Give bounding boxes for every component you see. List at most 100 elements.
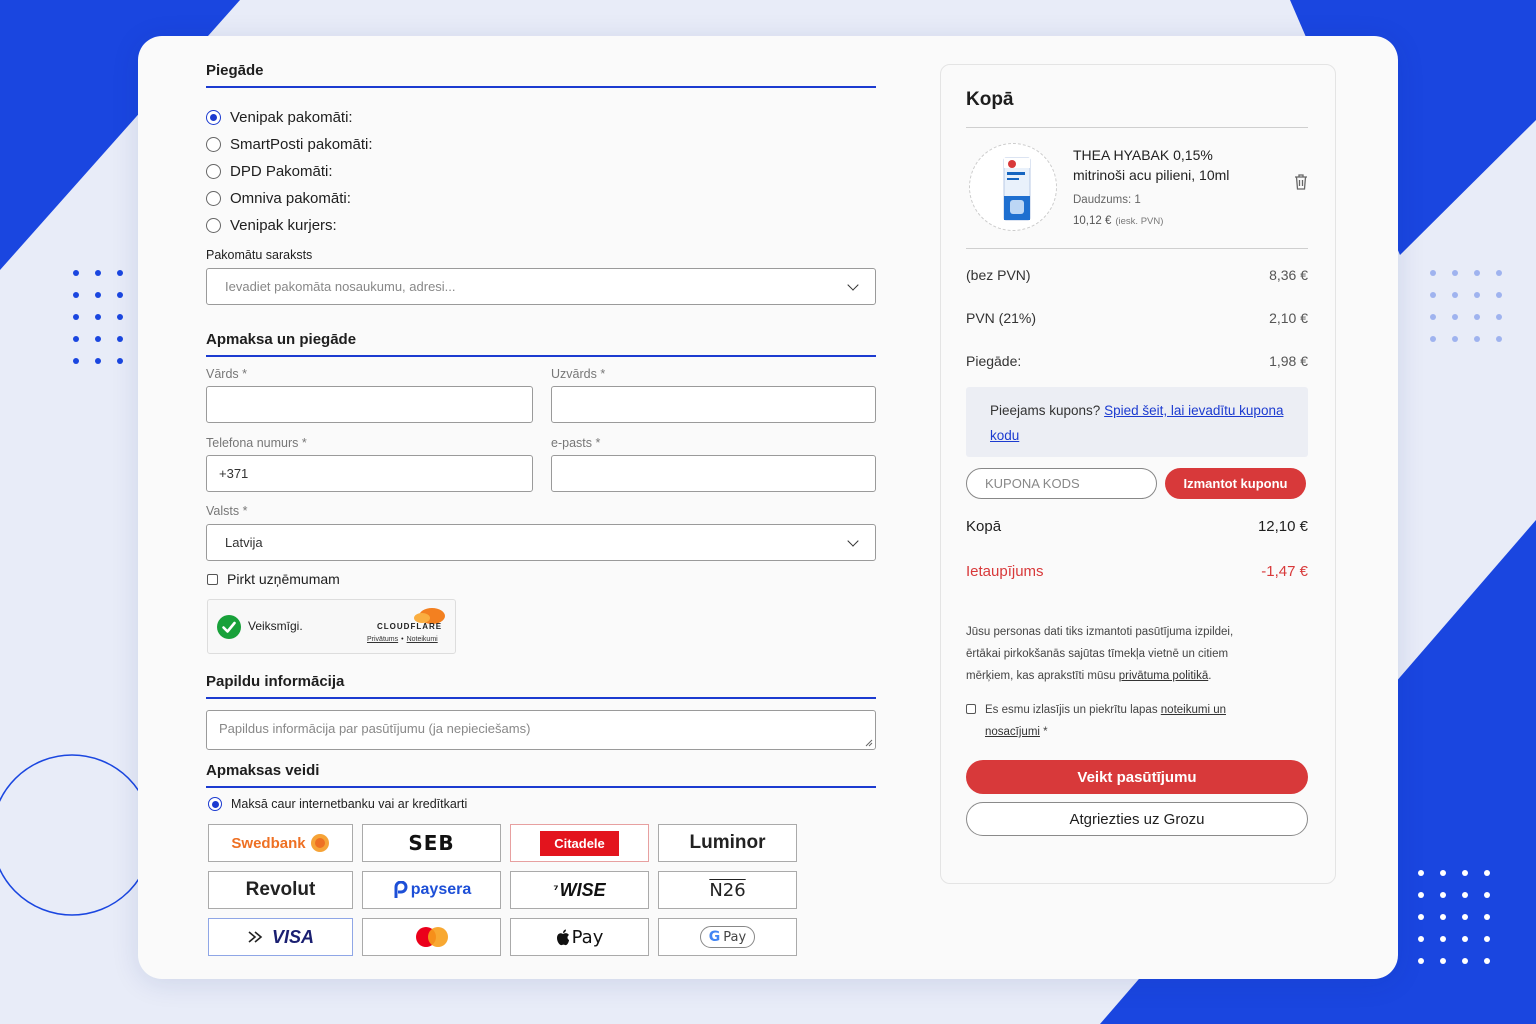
delivery-option-label: Omniva pakomāti: xyxy=(230,190,351,207)
delivery-option-smartposti-lockers[interactable]: SmartPosti pakomāti: xyxy=(206,136,373,153)
radio-button[interactable] xyxy=(206,191,221,206)
summary-savings-row: Ietaupījums -1,47 € xyxy=(966,563,1308,580)
country-select[interactable]: Latvija xyxy=(206,524,876,561)
radio-button[interactable] xyxy=(206,137,221,152)
email-field[interactable] xyxy=(551,455,876,492)
resize-handle-icon[interactable] xyxy=(865,739,873,747)
cloudflare-captcha-widget[interactable]: Veiksmīgi. CLOUDFLARE Privātums • Noteik… xyxy=(207,599,456,654)
product-price-note: (iesk. PVN) xyxy=(1115,216,1164,227)
paysera-p-icon xyxy=(394,881,408,898)
summary-line-shipping: Piegāde: 1,98 € xyxy=(966,353,1308,369)
wise-flag-icon: ⁷ xyxy=(553,883,559,897)
checkout-form: Piegāde Venipak pakomāti: SmartPosti pak… xyxy=(206,36,876,979)
privacy-notice: Jūsu personas dati tiks izmantoti pasūtī… xyxy=(966,621,1266,687)
luminor-logo: Luminor xyxy=(689,832,766,853)
back-to-cart-button[interactable]: Atgriezties uz Grozu xyxy=(966,802,1308,836)
captcha-privacy-link[interactable]: Privātums xyxy=(367,636,398,643)
citadele-option[interactable]: Citadele xyxy=(510,824,649,862)
phone-field[interactable]: +371 xyxy=(206,455,533,492)
dots-decoration-bottom-right xyxy=(1418,870,1490,964)
product-quantity: Daudzums: 1 xyxy=(1073,194,1141,206)
seb-option[interactable]: SEB xyxy=(362,824,501,862)
last-name-field[interactable] xyxy=(551,386,876,423)
apple-pay-option[interactable]: Pay xyxy=(510,918,649,956)
locker-select-placeholder: Ievadiet pakomāta nosaukumu, adresi... xyxy=(225,279,456,294)
first-name-field[interactable] xyxy=(206,386,533,423)
dots-decoration-left xyxy=(73,270,123,364)
order-summary-panel: Kopā THEA HYABAK 0,15% mitrinoši acu pil… xyxy=(940,64,1336,884)
coupon-code-input[interactable]: KUPONA KODS xyxy=(966,468,1157,499)
dots-decoration-right xyxy=(1430,270,1502,342)
locker-list-label: Pakomātu saraksts xyxy=(206,248,313,262)
billing-section-title: Apmaksa un piegāde xyxy=(206,331,876,357)
apply-coupon-button[interactable]: Izmantot kuponu xyxy=(1165,468,1306,499)
paysera-option[interactable]: paysera xyxy=(362,871,501,909)
summary-line-vat: PVN (21%) 2,10 € xyxy=(966,310,1308,326)
contactless-icon xyxy=(248,931,263,943)
delivery-option-venipak-lockers[interactable]: Venipak pakomāti: xyxy=(206,109,353,126)
radio-button[interactable] xyxy=(206,218,221,233)
last-name-label: Uzvārds * xyxy=(551,367,606,381)
summary-line-value: 1,98 € xyxy=(1269,353,1308,369)
delivery-option-omniva-lockers[interactable]: Omniva pakomāti: xyxy=(206,190,351,207)
payment-method-option[interactable]: Maksā caur internetbanku vai ar kredītka… xyxy=(208,797,467,811)
summary-line-label: (bez PVN) xyxy=(966,267,1031,283)
swedbank-option[interactable]: Swedbank xyxy=(208,824,353,862)
n26-logo: N26 xyxy=(709,879,746,901)
radio-button-selected[interactable] xyxy=(208,797,222,811)
delivery-option-dpd-lockers[interactable]: DPD Pakomāti: xyxy=(206,163,333,180)
phone-label: Telefona numurs * xyxy=(206,436,307,450)
additional-info-section-title: Papildu informācija xyxy=(206,673,876,699)
delivery-option-label: SmartPosti pakomāti: xyxy=(230,136,373,153)
google-g-icon: G xyxy=(708,929,721,945)
summary-line-value: 2,10 € xyxy=(1269,310,1308,326)
mastercard-option[interactable] xyxy=(362,918,501,956)
terms-checkbox[interactable] xyxy=(966,704,976,714)
summary-line-label: Piegāde: xyxy=(966,353,1022,369)
first-name-label: Vārds * xyxy=(206,367,247,381)
visa-option[interactable]: VISA xyxy=(208,918,353,956)
summary-line-value: 8,36 € xyxy=(1269,267,1308,283)
locker-select[interactable]: Ievadiet pakomāta nosaukumu, adresi... xyxy=(206,268,876,305)
company-purchase-checkbox[interactable] xyxy=(207,573,218,585)
luminor-option[interactable]: Luminor xyxy=(658,824,797,862)
delivery-option-venipak-courier[interactable]: Venipak kurjers: xyxy=(206,217,337,234)
delivery-section-title: Piegāde xyxy=(206,62,876,88)
radio-button[interactable] xyxy=(206,164,221,179)
wise-option[interactable]: ⁷ WISE xyxy=(510,871,649,909)
revolut-logo: Revolut xyxy=(245,879,316,900)
total-value: 12,10 € xyxy=(1257,518,1308,535)
captcha-link-separator: • xyxy=(401,636,404,643)
product-price-row: 10,12 € (iesk. PVN) xyxy=(1073,215,1163,227)
radio-button-selected[interactable] xyxy=(206,110,221,125)
savings-label: Ietaupījums xyxy=(966,563,1044,580)
checkout-card: Piegāde Venipak pakomāti: SmartPosti pak… xyxy=(138,36,1398,979)
wise-logo: WISE xyxy=(559,879,606,900)
cloudflare-brand: CLOUDFLARE xyxy=(377,622,443,631)
summary-line-label: PVN (21%) xyxy=(966,310,1037,326)
summary-title: Kopā xyxy=(966,89,1014,110)
additional-info-textarea[interactable]: Papildus informācija par pasūtījumu (ja … xyxy=(206,710,876,750)
chevron-down-icon xyxy=(847,534,859,547)
paysera-logo: paysera xyxy=(410,881,472,898)
n26-option[interactable]: N26 xyxy=(658,871,797,909)
email-label: e-pasts * xyxy=(551,436,601,450)
company-purchase-checkbox-row[interactable]: Pirkt uzņēmumam xyxy=(207,571,340,587)
google-pay-option[interactable]: G Pay xyxy=(658,918,797,956)
payment-providers-grid: Swedbank SEB Citadele Luminor Revolut pa… xyxy=(208,824,797,956)
google-pay-logo: G Pay xyxy=(699,926,756,948)
checkmark-success-icon xyxy=(217,615,241,639)
eye-drops-box-image xyxy=(1003,157,1031,221)
divider xyxy=(966,248,1308,249)
additional-info-placeholder: Papildus informācija par pasūtījumu (ja … xyxy=(219,721,531,736)
captcha-terms-link[interactable]: Noteikumi xyxy=(407,636,438,643)
swedbank-oak-icon xyxy=(310,834,329,852)
payment-method-label: Maksā caur internetbanku vai ar kredītka… xyxy=(231,797,468,811)
citadele-logo: Citadele xyxy=(540,830,619,856)
product-name: THEA HYABAK 0,15% mitrinoši acu pilieni,… xyxy=(1073,147,1230,183)
revolut-option[interactable]: Revolut xyxy=(208,871,353,909)
coupon-notice: Pieejams kupons? Spied šeit, lai ievadīt… xyxy=(966,387,1308,457)
privacy-policy-link[interactable]: privātuma politikā xyxy=(1119,670,1208,682)
place-order-button[interactable]: Veikt pasūtījumu xyxy=(966,760,1308,794)
trash-icon[interactable] xyxy=(1293,173,1309,191)
